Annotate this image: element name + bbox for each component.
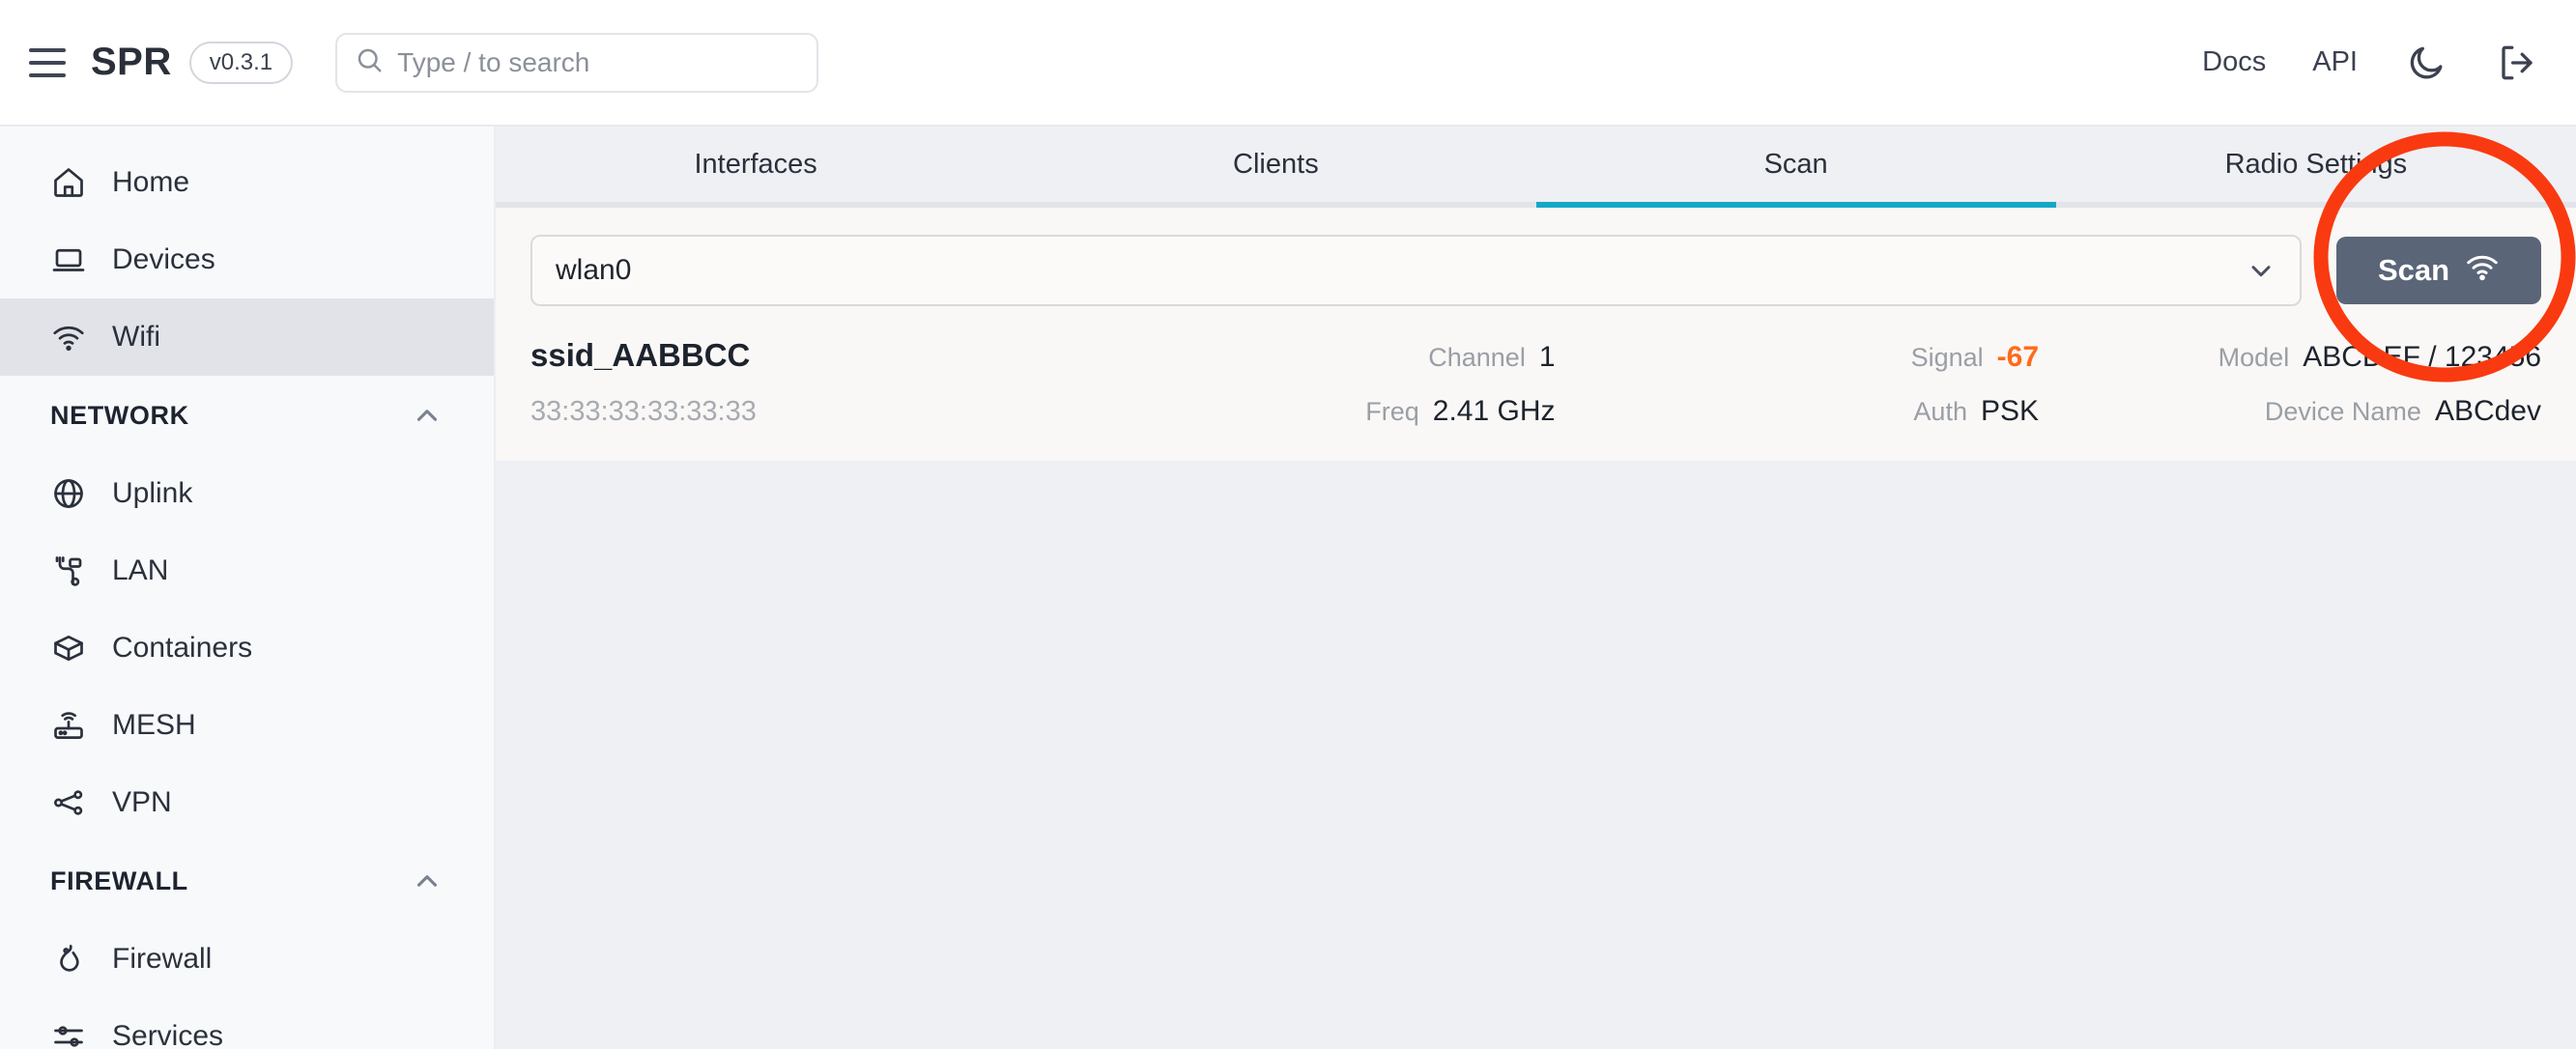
flame-icon bbox=[50, 941, 87, 978]
sidebar-item-containers[interactable]: Containers bbox=[0, 610, 494, 687]
sidebar-item-label: Services bbox=[112, 1020, 224, 1049]
device-name-value: ABCdev bbox=[2434, 395, 2541, 427]
tab-radio-settings[interactable]: Radio Settings bbox=[2056, 127, 2576, 202]
sidebar-item-label: Devices bbox=[112, 243, 215, 275]
signal-value: -67 bbox=[1996, 341, 2039, 373]
tab-clients[interactable]: Clients bbox=[1016, 127, 1535, 202]
freq-label: Freq bbox=[1365, 397, 1419, 426]
bssid-cell: 33:33:33:33:33:33 bbox=[530, 396, 1072, 428]
signal-label: Signal bbox=[1910, 343, 1984, 372]
sidebar-item-firewall[interactable]: Firewall bbox=[0, 921, 494, 998]
tab-label: Radio Settings bbox=[2224, 148, 2408, 180]
sidebar-item-mesh[interactable]: MESH bbox=[0, 687, 494, 764]
sidebar-section-label: NETWORK bbox=[50, 400, 189, 430]
channel-cell: Channel 1 bbox=[1072, 341, 1556, 374]
sidebar-item-services[interactable]: Services bbox=[0, 998, 494, 1049]
model-label: Model bbox=[2218, 343, 2290, 372]
search-input[interactable]: Type / to search bbox=[335, 32, 819, 93]
chevron-up-icon bbox=[411, 865, 444, 897]
signal-cell: Signal -67 bbox=[1556, 341, 2039, 374]
main-content: Interfaces Clients Scan Radio Settings w… bbox=[496, 127, 2576, 1049]
sidebar: Home Devices Wifi NETWORK Uplink LAN Con… bbox=[0, 127, 496, 1049]
sidebar-section-network[interactable]: NETWORK bbox=[0, 376, 494, 455]
device-name-cell: Device Name ABCdev bbox=[2039, 395, 2541, 428]
wifi-icon bbox=[2465, 249, 2500, 292]
scan-controls: wlan0 Scan bbox=[496, 208, 2576, 331]
scan-result-secondary-line: 33:33:33:33:33:33 Freq 2.41 GHz Auth PSK… bbox=[530, 395, 2541, 428]
version-badge: v0.3.1 bbox=[188, 41, 294, 84]
model-cell: Model ABCDEF / 123456 bbox=[2039, 341, 2541, 374]
ssid-cell: ssid_AABBCC bbox=[530, 337, 1072, 374]
sidebar-item-vpn[interactable]: VPN bbox=[0, 764, 494, 841]
sidebar-item-uplink[interactable]: Uplink bbox=[0, 455, 494, 532]
hamburger-menu-icon[interactable] bbox=[29, 42, 72, 84]
tab-label: Clients bbox=[1233, 148, 1319, 180]
brand-logo[interactable]: SPR bbox=[91, 41, 172, 84]
sidebar-item-wifi[interactable]: Wifi bbox=[0, 298, 494, 376]
scan-result-primary-line: ssid_AABBCC Channel 1 Signal -67 Model A… bbox=[530, 337, 2541, 374]
app-root: SPR v0.3.1 Type / to search Docs API Hom… bbox=[0, 0, 2576, 1049]
scan-panel: wlan0 Scan ssid_AABBCC Channel 1 Signal … bbox=[496, 208, 2576, 461]
sidebar-item-label: Firewall bbox=[112, 943, 213, 975]
sidebar-item-label: Wifi bbox=[112, 321, 160, 353]
chevron-up-icon bbox=[411, 399, 444, 432]
chevron-down-icon bbox=[2246, 255, 2276, 286]
laptop-icon bbox=[50, 241, 87, 278]
globe-icon bbox=[50, 475, 87, 512]
sidebar-section-label: FIREWALL bbox=[50, 865, 188, 895]
hamburger-bar bbox=[29, 60, 66, 65]
api-link[interactable]: API bbox=[2312, 46, 2358, 78]
hamburger-bar bbox=[29, 47, 66, 52]
freq-cell: Freq 2.41 GHz bbox=[1072, 395, 1556, 428]
sidebar-item-label: MESH bbox=[112, 709, 196, 741]
model-value: ABCDEF / 123456 bbox=[2303, 341, 2541, 373]
sidebar-item-label: LAN bbox=[112, 554, 169, 586]
sidebar-section-firewall[interactable]: FIREWALL bbox=[0, 841, 494, 921]
sliders-icon bbox=[50, 1018, 87, 1049]
plug-icon bbox=[50, 553, 87, 589]
sidebar-item-label: Home bbox=[112, 166, 190, 198]
share-icon bbox=[50, 784, 87, 821]
hamburger-bar bbox=[29, 72, 66, 77]
header-actions: Docs API bbox=[2202, 41, 2539, 85]
search-placeholder: Type / to search bbox=[397, 46, 590, 77]
app-body: Home Devices Wifi NETWORK Uplink LAN Con… bbox=[0, 127, 2576, 1049]
wifi-icon bbox=[50, 319, 87, 355]
ssid-value: ssid_AABBCC bbox=[530, 337, 751, 373]
tab-label: Interfaces bbox=[694, 148, 817, 180]
interface-select[interactable]: wlan0 bbox=[530, 235, 2302, 306]
app-header: SPR v0.3.1 Type / to search Docs API bbox=[0, 0, 2576, 127]
sidebar-item-label: Uplink bbox=[112, 477, 193, 509]
sidebar-item-lan[interactable]: LAN bbox=[0, 532, 494, 610]
sidebar-item-devices[interactable]: Devices bbox=[0, 221, 494, 298]
box-icon bbox=[50, 630, 87, 666]
auth-value: PSK bbox=[1980, 395, 2039, 427]
sidebar-item-home[interactable]: Home bbox=[0, 144, 494, 221]
tab-label: Scan bbox=[1763, 148, 1828, 180]
device-name-label: Device Name bbox=[2264, 397, 2421, 426]
tab-interfaces[interactable]: Interfaces bbox=[496, 127, 1016, 202]
tab-scan[interactable]: Scan bbox=[1535, 127, 2057, 208]
home-icon bbox=[50, 164, 87, 201]
scan-result-row[interactable]: ssid_AABBCC Channel 1 Signal -67 Model A… bbox=[496, 331, 2576, 461]
sidebar-item-label: Containers bbox=[112, 632, 253, 664]
sidebar-item-label: VPN bbox=[112, 786, 172, 818]
tab-bar: Interfaces Clients Scan Radio Settings bbox=[496, 127, 2576, 208]
channel-value: 1 bbox=[1538, 341, 1556, 373]
auth-label: Auth bbox=[1913, 397, 1967, 426]
scan-button-label: Scan bbox=[2377, 253, 2450, 287]
docs-link[interactable]: Docs bbox=[2202, 46, 2266, 78]
scan-button[interactable]: Scan bbox=[2336, 237, 2541, 304]
router-icon bbox=[50, 707, 87, 744]
logout-icon[interactable] bbox=[2495, 41, 2539, 85]
auth-cell: Auth PSK bbox=[1556, 395, 2039, 428]
channel-label: Channel bbox=[1428, 343, 1526, 372]
search-icon bbox=[355, 45, 384, 79]
freq-value: 2.41 GHz bbox=[1432, 395, 1556, 427]
interface-select-value: wlan0 bbox=[556, 254, 632, 286]
bssid-value: 33:33:33:33:33:33 bbox=[530, 396, 757, 427]
dark-mode-moon-icon[interactable] bbox=[2404, 41, 2448, 85]
